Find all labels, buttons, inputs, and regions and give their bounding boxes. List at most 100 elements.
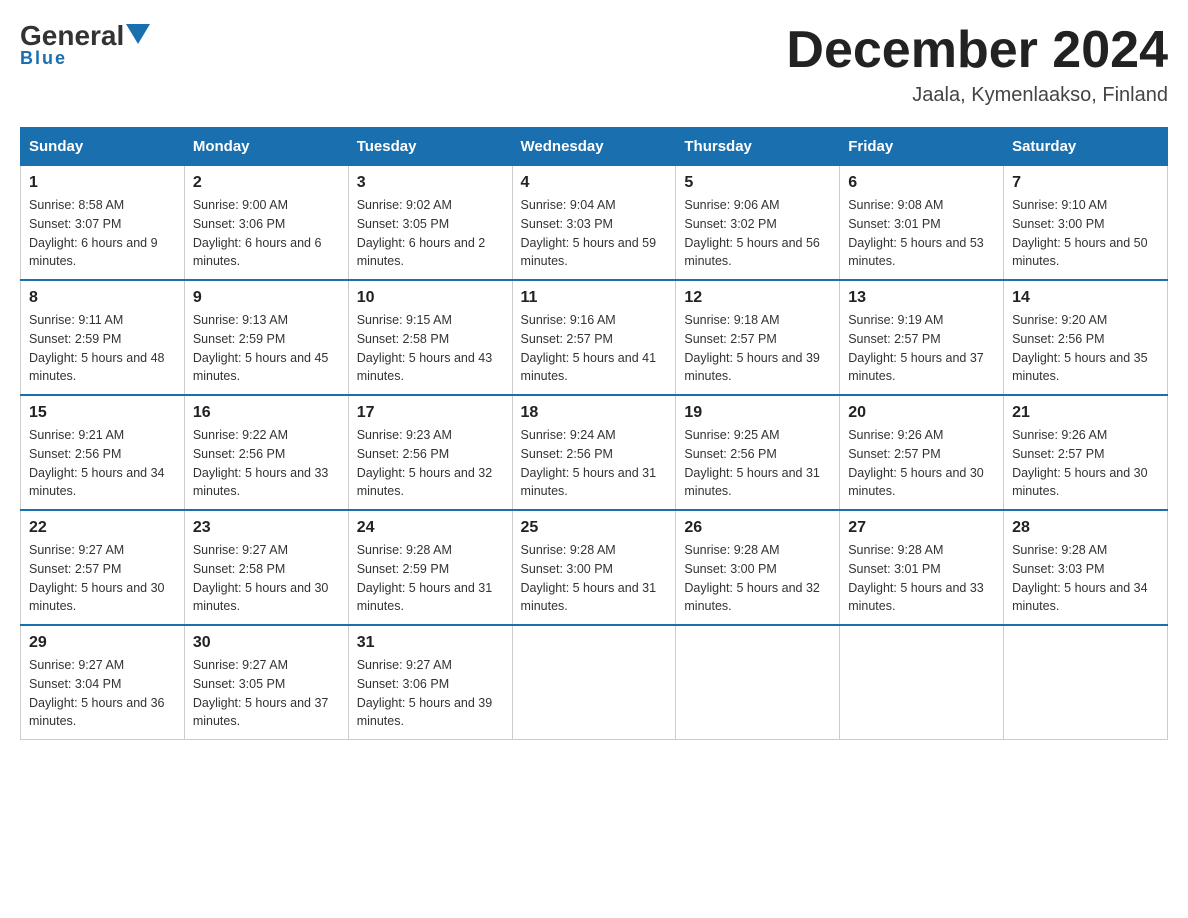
day-number: 7: [1012, 174, 1159, 192]
title-section: December 2024 Jaala, Kymenlaakso, Finlan…: [786, 20, 1168, 107]
logo-triangle-icon: [126, 24, 150, 44]
calendar-week-3: 15 Sunrise: 9:21 AMSunset: 2:56 PMDaylig…: [21, 395, 1168, 510]
day-number: 11: [521, 289, 668, 307]
day-info: Sunrise: 9:26 AMSunset: 2:57 PMDaylight:…: [1012, 426, 1159, 501]
day-number: 19: [684, 404, 831, 422]
day-info: Sunrise: 9:11 AMSunset: 2:59 PMDaylight:…: [29, 311, 176, 386]
day-number: 12: [684, 289, 831, 307]
day-number: 23: [193, 519, 340, 537]
day-number: 31: [357, 634, 504, 652]
calendar-cell: 6 Sunrise: 9:08 AMSunset: 3:01 PMDayligh…: [840, 166, 1004, 281]
day-number: 5: [684, 174, 831, 192]
day-info: Sunrise: 9:13 AMSunset: 2:59 PMDaylight:…: [193, 311, 340, 386]
calendar-cell: 24 Sunrise: 9:28 AMSunset: 2:59 PMDaylig…: [348, 510, 512, 625]
col-monday: Monday: [184, 128, 348, 166]
calendar-cell: 20 Sunrise: 9:26 AMSunset: 2:57 PMDaylig…: [840, 395, 1004, 510]
calendar-header: Sunday Monday Tuesday Wednesday Thursday…: [21, 128, 1168, 166]
calendar-cell: 28 Sunrise: 9:28 AMSunset: 3:03 PMDaylig…: [1004, 510, 1168, 625]
day-number: 21: [1012, 404, 1159, 422]
calendar-cell: 7 Sunrise: 9:10 AMSunset: 3:00 PMDayligh…: [1004, 166, 1168, 281]
day-info: Sunrise: 9:27 AMSunset: 2:58 PMDaylight:…: [193, 541, 340, 616]
day-number: 10: [357, 289, 504, 307]
col-sunday: Sunday: [21, 128, 185, 166]
page-header: General Blue December 2024 Jaala, Kymenl…: [20, 20, 1168, 107]
day-number: 24: [357, 519, 504, 537]
day-info: Sunrise: 9:27 AMSunset: 2:57 PMDaylight:…: [29, 541, 176, 616]
day-number: 28: [1012, 519, 1159, 537]
calendar-body: 1 Sunrise: 8:58 AMSunset: 3:07 PMDayligh…: [21, 166, 1168, 740]
day-info: Sunrise: 9:20 AMSunset: 2:56 PMDaylight:…: [1012, 311, 1159, 386]
day-info: Sunrise: 9:25 AMSunset: 2:56 PMDaylight:…: [684, 426, 831, 501]
day-number: 6: [848, 174, 995, 192]
day-number: 4: [521, 174, 668, 192]
day-info: Sunrise: 9:27 AMSunset: 3:05 PMDaylight:…: [193, 656, 340, 731]
day-info: Sunrise: 8:58 AMSunset: 3:07 PMDaylight:…: [29, 196, 176, 271]
calendar-week-2: 8 Sunrise: 9:11 AMSunset: 2:59 PMDayligh…: [21, 280, 1168, 395]
calendar-cell: 31 Sunrise: 9:27 AMSunset: 3:06 PMDaylig…: [348, 625, 512, 740]
day-info: Sunrise: 9:10 AMSunset: 3:00 PMDaylight:…: [1012, 196, 1159, 271]
day-info: Sunrise: 9:06 AMSunset: 3:02 PMDaylight:…: [684, 196, 831, 271]
calendar-cell: [512, 625, 676, 740]
day-info: Sunrise: 9:22 AMSunset: 2:56 PMDaylight:…: [193, 426, 340, 501]
day-number: 14: [1012, 289, 1159, 307]
col-wednesday: Wednesday: [512, 128, 676, 166]
day-info: Sunrise: 9:00 AMSunset: 3:06 PMDaylight:…: [193, 196, 340, 271]
day-info: Sunrise: 9:27 AMSunset: 3:06 PMDaylight:…: [357, 656, 504, 731]
day-number: 30: [193, 634, 340, 652]
day-number: 25: [521, 519, 668, 537]
day-info: Sunrise: 9:16 AMSunset: 2:57 PMDaylight:…: [521, 311, 668, 386]
day-number: 8: [29, 289, 176, 307]
calendar-cell: 16 Sunrise: 9:22 AMSunset: 2:56 PMDaylig…: [184, 395, 348, 510]
col-tuesday: Tuesday: [348, 128, 512, 166]
calendar-cell: [840, 625, 1004, 740]
day-info: Sunrise: 9:23 AMSunset: 2:56 PMDaylight:…: [357, 426, 504, 501]
day-number: 22: [29, 519, 176, 537]
calendar-cell: 8 Sunrise: 9:11 AMSunset: 2:59 PMDayligh…: [21, 280, 185, 395]
day-number: 29: [29, 634, 176, 652]
calendar-cell: 12 Sunrise: 9:18 AMSunset: 2:57 PMDaylig…: [676, 280, 840, 395]
day-number: 1: [29, 174, 176, 192]
calendar-week-5: 29 Sunrise: 9:27 AMSunset: 3:04 PMDaylig…: [21, 625, 1168, 740]
col-saturday: Saturday: [1004, 128, 1168, 166]
col-friday: Friday: [840, 128, 1004, 166]
col-thursday: Thursday: [676, 128, 840, 166]
day-number: 17: [357, 404, 504, 422]
day-info: Sunrise: 9:28 AMSunset: 3:03 PMDaylight:…: [1012, 541, 1159, 616]
calendar-cell: 30 Sunrise: 9:27 AMSunset: 3:05 PMDaylig…: [184, 625, 348, 740]
calendar-cell: 21 Sunrise: 9:26 AMSunset: 2:57 PMDaylig…: [1004, 395, 1168, 510]
day-info: Sunrise: 9:28 AMSunset: 3:01 PMDaylight:…: [848, 541, 995, 616]
day-info: Sunrise: 9:27 AMSunset: 3:04 PMDaylight:…: [29, 656, 176, 731]
calendar-cell: 27 Sunrise: 9:28 AMSunset: 3:01 PMDaylig…: [840, 510, 1004, 625]
day-number: 16: [193, 404, 340, 422]
calendar-cell: 9 Sunrise: 9:13 AMSunset: 2:59 PMDayligh…: [184, 280, 348, 395]
day-number: 26: [684, 519, 831, 537]
calendar-cell: 13 Sunrise: 9:19 AMSunset: 2:57 PMDaylig…: [840, 280, 1004, 395]
calendar-cell: 2 Sunrise: 9:00 AMSunset: 3:06 PMDayligh…: [184, 166, 348, 281]
location-title: Jaala, Kymenlaakso, Finland: [786, 84, 1168, 107]
day-info: Sunrise: 9:28 AMSunset: 3:00 PMDaylight:…: [521, 541, 668, 616]
calendar-cell: [1004, 625, 1168, 740]
day-info: Sunrise: 9:28 AMSunset: 2:59 PMDaylight:…: [357, 541, 504, 616]
day-info: Sunrise: 9:02 AMSunset: 3:05 PMDaylight:…: [357, 196, 504, 271]
calendar-cell: 18 Sunrise: 9:24 AMSunset: 2:56 PMDaylig…: [512, 395, 676, 510]
day-info: Sunrise: 9:21 AMSunset: 2:56 PMDaylight:…: [29, 426, 176, 501]
day-info: Sunrise: 9:08 AMSunset: 3:01 PMDaylight:…: [848, 196, 995, 271]
calendar-cell: 25 Sunrise: 9:28 AMSunset: 3:00 PMDaylig…: [512, 510, 676, 625]
day-number: 27: [848, 519, 995, 537]
calendar-cell: 1 Sunrise: 8:58 AMSunset: 3:07 PMDayligh…: [21, 166, 185, 281]
day-info: Sunrise: 9:04 AMSunset: 3:03 PMDaylight:…: [521, 196, 668, 271]
header-row: Sunday Monday Tuesday Wednesday Thursday…: [21, 128, 1168, 166]
calendar-cell: 5 Sunrise: 9:06 AMSunset: 3:02 PMDayligh…: [676, 166, 840, 281]
day-info: Sunrise: 9:24 AMSunset: 2:56 PMDaylight:…: [521, 426, 668, 501]
day-number: 13: [848, 289, 995, 307]
calendar-cell: 26 Sunrise: 9:28 AMSunset: 3:00 PMDaylig…: [676, 510, 840, 625]
calendar-table: Sunday Monday Tuesday Wednesday Thursday…: [20, 127, 1168, 740]
day-number: 18: [521, 404, 668, 422]
calendar-week-1: 1 Sunrise: 8:58 AMSunset: 3:07 PMDayligh…: [21, 166, 1168, 281]
calendar-cell: 29 Sunrise: 9:27 AMSunset: 3:04 PMDaylig…: [21, 625, 185, 740]
calendar-cell: 14 Sunrise: 9:20 AMSunset: 2:56 PMDaylig…: [1004, 280, 1168, 395]
day-info: Sunrise: 9:26 AMSunset: 2:57 PMDaylight:…: [848, 426, 995, 501]
calendar-cell: [676, 625, 840, 740]
calendar-cell: 23 Sunrise: 9:27 AMSunset: 2:58 PMDaylig…: [184, 510, 348, 625]
calendar-cell: 19 Sunrise: 9:25 AMSunset: 2:56 PMDaylig…: [676, 395, 840, 510]
